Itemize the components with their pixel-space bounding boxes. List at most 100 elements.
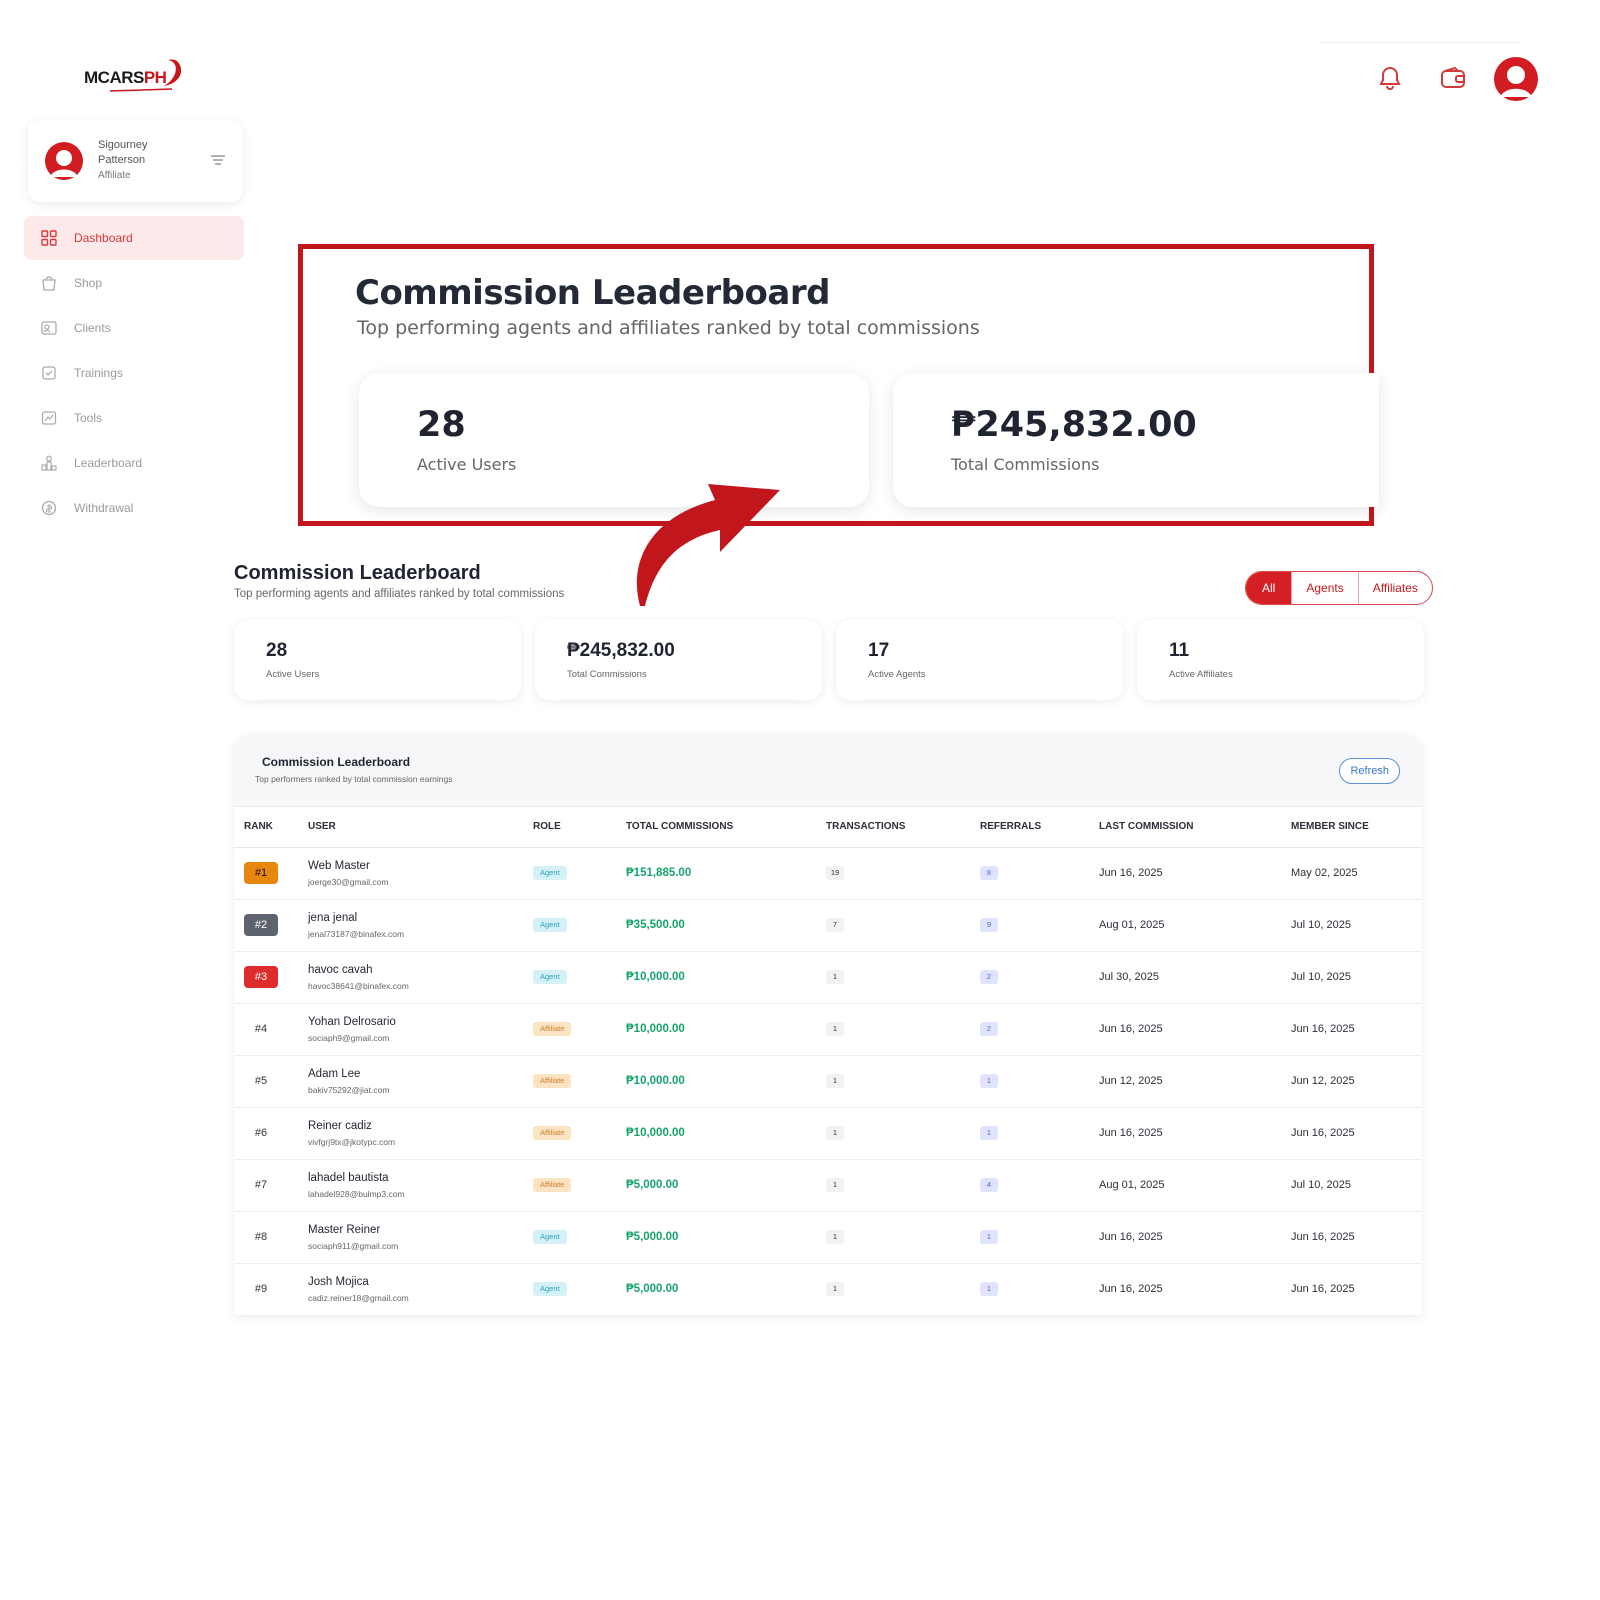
user-name: Web Master <box>308 859 370 872</box>
member-since-date: Jul 10, 2025 <box>1291 1179 1351 1191</box>
table-row[interactable]: #5 Adam Lee bakiv75292@jiat.com Affiliate ₱1… <box>234 1055 1422 1108</box>
member-since-date: Jul 10, 2025 <box>1291 919 1351 931</box>
refresh-button[interactable]: Refresh <box>1339 758 1400 784</box>
table-row[interactable]: #9 Josh Mojica cadiz.reiner18@gmail.com Age… <box>234 1263 1422 1315</box>
rank-badge: #3 <box>244 966 278 988</box>
referrals-cell: 2 <box>970 1003 1089 1056</box>
column-header-member-since[interactable]: MEMBER SINCE <box>1281 807 1422 848</box>
column-header-total-commissions[interactable]: TOTAL COMMISSIONS <box>616 807 816 848</box>
filter-agents-button[interactable]: Agents <box>1291 572 1357 604</box>
callout-card-total-commissions: ₱245,832.00 Total Commissions <box>893 373 1379 507</box>
rank-cell: #1 <box>234 847 298 900</box>
referrals-cell: 1 <box>970 1263 1089 1315</box>
total-commissions: ₱35,500.00 <box>626 919 685 931</box>
role-badge: Affiliate <box>533 1022 572 1036</box>
referrals-badge: 2 <box>980 970 998 984</box>
sidebar-item-clients[interactable]: Clients <box>24 306 244 350</box>
column-header-referrals[interactable]: REFERRALS <box>970 807 1089 848</box>
page-title: Commission Leaderboard <box>234 562 481 584</box>
total-commissions: ₱10,000.00 <box>626 971 685 983</box>
referrals-badge: 2 <box>980 1022 998 1036</box>
user-cell: Yohan Delrosario sociaph9@gmail.com <box>298 1003 523 1056</box>
member-since-date: Jun 16, 2025 <box>1291 1127 1355 1139</box>
leaderboard-panel: Commission Leaderboard Top performers ra… <box>234 735 1422 1315</box>
sidebar-item-tools[interactable]: Tools <box>24 396 244 440</box>
transactions-badge: 1 <box>826 970 844 984</box>
user-name: Yohan Delrosario <box>308 1015 396 1028</box>
last-commission-date: Jun 16, 2025 <box>1099 1023 1163 1035</box>
table-row[interactable]: #2 jena jenal jenal73187@binafex.com Agent ₱… <box>234 899 1422 952</box>
last-commission-date: Jun 16, 2025 <box>1099 1283 1163 1295</box>
topbar-divider <box>1320 42 1520 43</box>
transactions-cell: 19 <box>816 847 970 900</box>
referrals-cell: 1 <box>970 1211 1089 1264</box>
member-since-date: Jul 10, 2025 <box>1291 971 1351 983</box>
column-header-user[interactable]: USER <box>298 807 523 848</box>
column-header-role[interactable]: ROLE <box>523 807 616 848</box>
brand-logo[interactable]: MCARSPH <box>80 56 190 96</box>
callout-card-label: Active Users <box>417 455 517 474</box>
user-role: Affiliate <box>98 170 131 181</box>
table-row[interactable]: #7 lahadel bautista lahadel928@bulmp3.com A… <box>234 1159 1422 1212</box>
table-row[interactable]: #6 Reiner cadiz vivfgrj9tx@jkotypc.com Affi… <box>234 1107 1422 1160</box>
sidebar-item-shop[interactable]: Shop <box>24 261 244 305</box>
table-row[interactable]: #4 Yohan Delrosario sociaph9@gmail.com Affi… <box>234 1003 1422 1056</box>
transactions-badge: 1 <box>826 1022 844 1036</box>
column-header-transactions[interactable]: TRANSACTIONS <box>816 807 970 848</box>
total-commissions-cell: ₱10,000.00 <box>616 1003 816 1056</box>
sidebar-item-trainings[interactable]: Trainings <box>24 351 244 395</box>
stat-card-active-affiliates: 11 Active Affiliates <box>1137 620 1424 700</box>
role-badge: Agent <box>533 1230 567 1244</box>
user-email: sociaph9@gmail.com <box>308 1032 390 1043</box>
leaderboard-icon <box>40 454 58 472</box>
referrals-cell: 8 <box>970 847 1089 900</box>
user-cell: lahadel bautista lahadel928@bulmp3.com <box>298 1159 523 1212</box>
column-header-last-commission[interactable]: LAST COMMISSION <box>1089 807 1281 848</box>
rank-badge: #8 <box>254 1231 268 1243</box>
filter-all-button[interactable]: All <box>1246 572 1292 604</box>
sidebar-item-dashboard[interactable]: Dashboard <box>24 216 244 260</box>
transactions-cell: 1 <box>816 951 970 1004</box>
last-commission-cell: Jun 16, 2025 <box>1089 1263 1281 1315</box>
stat-label: Active Affiliates <box>1169 669 1233 680</box>
filter-affiliates-button[interactable]: Affiliates <box>1357 572 1432 604</box>
total-commissions-cell: ₱151,885.00 <box>616 847 816 900</box>
profile-avatar[interactable] <box>1491 54 1541 104</box>
last-commission-cell: Jun 16, 2025 <box>1089 1107 1281 1160</box>
rank-cell: #7 <box>234 1159 298 1212</box>
last-commission-date: Aug 01, 2025 <box>1099 1179 1165 1191</box>
bell-icon[interactable] <box>1370 58 1410 98</box>
role-badge: Affiliate <box>533 1126 572 1140</box>
member-since-cell: Jun 16, 2025 <box>1281 1211 1422 1264</box>
user-email: jenal73187@binafex.com <box>308 928 405 939</box>
member-since-date: Jun 16, 2025 <box>1291 1023 1355 1035</box>
role-cell: Agent <box>523 899 616 952</box>
total-commissions: ₱10,000.00 <box>626 1023 685 1035</box>
table-row[interactable]: #1 Web Master joerge30@gmail.com Agent ₱151,… <box>234 847 1422 900</box>
last-commission-date: Aug 01, 2025 <box>1099 919 1165 931</box>
transactions-badge: 1 <box>826 1230 844 1244</box>
member-since-cell: Jun 16, 2025 <box>1281 1263 1422 1315</box>
transactions-badge: 1 <box>826 1282 844 1296</box>
user-name: Adam Lee <box>308 1067 361 1080</box>
rank-cell: #8 <box>234 1211 298 1264</box>
sidebar-item-leaderboard[interactable]: Leaderboard <box>24 441 244 485</box>
member-since-cell: Jul 10, 2025 <box>1281 951 1422 1004</box>
user-name: havoc cavah <box>308 963 373 976</box>
user-email: cadiz.reiner18@gmail.com <box>308 1292 409 1303</box>
rank-cell: #3 <box>234 951 298 1004</box>
last-commission-cell: Aug 01, 2025 <box>1089 899 1281 952</box>
role-cell: Agent <box>523 1263 616 1315</box>
rank-cell: #5 <box>234 1055 298 1108</box>
sidebar-item-withdrawal[interactable]: Withdrawal <box>24 486 244 530</box>
role-filter: All Agents Affiliates <box>1245 571 1433 605</box>
user-name-line2: Patterson <box>98 154 146 166</box>
user-profile-card[interactable]: Sigourney Patterson Affiliate <box>28 120 243 202</box>
table-row[interactable]: #8 Master Reiner sociaph911@gmail.com Agent… <box>234 1211 1422 1264</box>
table-row[interactable]: #3 havoc cavah havoc38641@binafex.com Agent… <box>234 951 1422 1004</box>
user-menu-icon[interactable] <box>211 152 225 168</box>
user-name: Reiner cadiz <box>308 1119 372 1132</box>
wallet-icon[interactable] <box>1433 58 1473 98</box>
transactions-cell: 1 <box>816 1055 970 1108</box>
column-header-rank[interactable]: RANK <box>234 807 298 848</box>
